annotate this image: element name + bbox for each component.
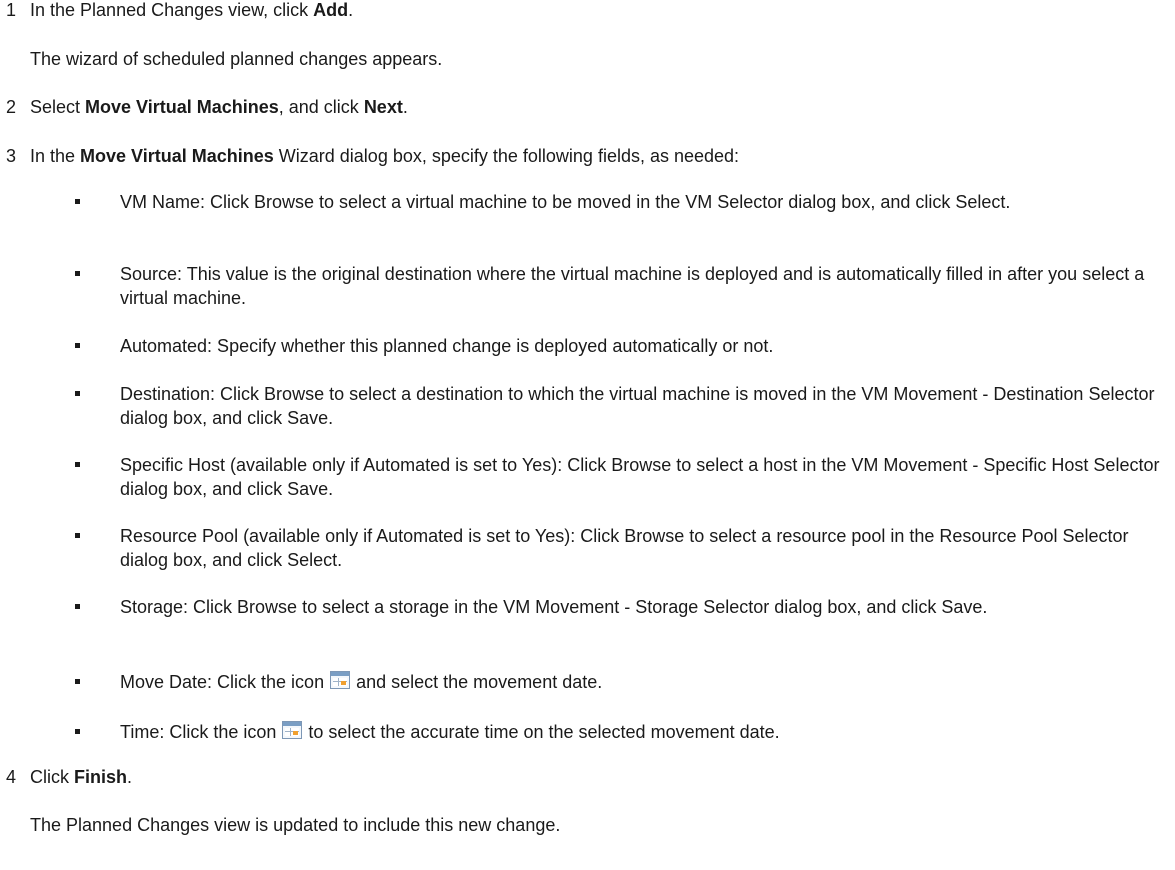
step-1-note: The wizard of scheduled planned changes … <box>30 49 443 69</box>
calendar-icon[interactable] <box>282 721 303 739</box>
bullet-text: Resource Pool (available only if Automat… <box>120 526 1129 570</box>
step-4-note: The Planned Changes view is updated to i… <box>30 815 561 835</box>
calendar-icon[interactable] <box>330 671 351 689</box>
step-3: 3 In the Move Virtual Machines Wizard dia… <box>6 144 739 168</box>
step-text-pre: In the Planned Changes view, click <box>30 0 314 20</box>
bullet-marker <box>75 462 80 467</box>
time-text-pre: Time: Click the icon <box>120 722 277 742</box>
bullet-text: Time: Click the icon to select the accura… <box>120 720 1165 744</box>
bullet-marker <box>75 343 80 348</box>
bullet-marker <box>75 729 80 734</box>
bullet-marker <box>75 391 80 396</box>
bullet-marker <box>75 679 80 684</box>
bullet-text: Move Date: Click the icon and select the … <box>120 670 1165 694</box>
step-text-post: . <box>402 97 408 117</box>
bullet-marker <box>75 533 80 538</box>
next-keyword: Next <box>363 97 403 117</box>
step-2: 2 Select Move Virtual Machines, and click… <box>6 95 408 119</box>
step-number: 3 <box>6 146 17 166</box>
move-date-text-post: and select the movement date. <box>356 672 603 692</box>
time-text-post: to select the accurate time on the selec… <box>308 722 780 742</box>
bullet-text: Specific Host (available only if Automat… <box>120 455 1160 499</box>
step-4: 4 Click Finish. <box>6 765 132 789</box>
step-number: 4 <box>6 767 17 787</box>
move-virtual-machines-keyword: Move Virtual Machines <box>80 146 274 166</box>
bullet-marker <box>75 604 80 609</box>
move-virtual-machines-keyword: Move Virtual Machines <box>85 97 279 117</box>
finish-keyword: Finish <box>74 767 127 787</box>
step-text-post: . <box>348 0 354 20</box>
step-text-pre: Click <box>30 767 74 787</box>
step-text-post: . <box>127 767 133 787</box>
move-date-text-pre: Move Date: Click the icon <box>120 672 325 692</box>
step-text-pre: In the <box>30 146 81 166</box>
bullet-text: Destination: Click Browse to select a de… <box>120 384 1155 428</box>
step-text-mid: , and click <box>278 97 364 117</box>
step-number: 1 <box>6 0 17 20</box>
step-number: 2 <box>6 97 17 117</box>
step-text-post: Wizard dialog box, specify the following… <box>273 146 740 166</box>
step-text-pre: Select <box>30 97 86 117</box>
bullet-marker <box>75 271 80 276</box>
bullet-marker <box>75 199 80 204</box>
bullet-text: Source: This value is the original desti… <box>120 264 1145 308</box>
bullet-text: VM Name: Click Browse to select a virtua… <box>120 192 1011 212</box>
add-keyword: Add <box>313 0 349 20</box>
step-1: 1 In the Planned Changes view, click Add. <box>6 0 353 22</box>
bullet-text: Storage: Click Browse to select a storag… <box>120 597 988 617</box>
bullet-text: Automated: Specify whether this planned … <box>120 336 774 356</box>
